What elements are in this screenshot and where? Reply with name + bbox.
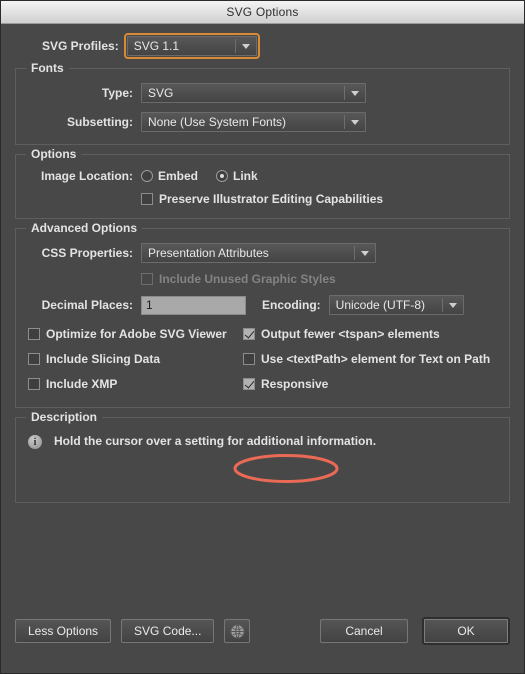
fonts-group-title: Fonts [26,61,69,75]
font-subsetting-label: Subsetting: [67,115,133,129]
checkbox-row: Include Slicing Data Use <textPath> elem… [28,352,497,370]
checkbox-output-fewer-tspan-label: Output fewer <tspan> elements [261,327,440,341]
radio-dot-icon [141,170,153,182]
checkbox-optimize-adobe-svg-viewer[interactable]: Optimize for Adobe SVG Viewer [28,327,227,341]
ok-button-default-ring: OK [422,617,510,645]
checkbox-box-icon [28,378,40,390]
css-properties-value: Presentation Attributes [148,246,269,260]
decimal-encoding-row: Decimal Places: 1 Encoding: Unicode (UTF… [28,295,497,315]
checkbox-use-textpath[interactable]: Use <textPath> element for Text on Path [243,352,490,366]
encoding-value: Unicode (UTF-8) [335,298,426,312]
checkbox-box-icon [28,353,40,365]
chevron-down-icon [241,44,250,49]
font-subsetting-value: None (Use System Fonts) [148,115,287,129]
image-location-label: Image Location: [40,169,133,183]
ok-button-label: OK [457,624,475,638]
encoding-label: Encoding: [262,298,321,312]
options-group-title: Options [26,147,82,161]
decimal-places-label: Decimal Places: [41,298,133,312]
decimal-places-value: 1 [146,298,153,312]
font-subsetting-select[interactable]: None (Use System Fonts) [141,112,366,132]
font-type-row: Type: SVG [28,83,497,103]
svg-code-button-label: SVG Code... [134,624,202,638]
css-properties-row: CSS Properties: Presentation Attributes [28,243,497,263]
css-properties-label: CSS Properties: [41,246,133,260]
checkbox-box-icon [243,378,255,390]
radio-link[interactable]: Link [216,169,258,183]
radio-dot-icon [216,170,229,182]
chevron-down-icon [351,91,359,96]
checkbox-row: Include XMP Responsive [28,377,497,395]
chevron-down-icon [361,251,369,256]
font-subsetting-row: Subsetting: None (Use System Fonts) [28,112,497,132]
select-separator [354,246,355,260]
chevron-down-icon [448,303,457,308]
dialog-title: SVG Options [226,5,299,19]
checkbox-box-icon [141,273,153,285]
checkbox-box-icon [243,328,255,340]
checkbox-include-xmp[interactable]: Include XMP [28,377,117,391]
less-options-button-label: Less Options [28,624,99,638]
dialog-body: SVG Profiles: SVG 1.1 Fonts Type: SVG Su… [1,24,524,673]
preserve-illustrator-row: Preserve Illustrator Editing Capabilitie… [28,192,497,206]
radio-embed-label: Embed [158,169,199,183]
svg-options-dialog: SVG Options SVG Profiles: SVG 1.1 Fonts … [0,0,525,674]
checkbox-include-xmp-label: Include XMP [46,377,118,391]
unused-graphic-styles-row: Include Unused Graphic Styles [28,272,497,286]
checkbox-use-textpath-label: Use <textPath> element for Text on Path [261,352,491,366]
less-options-button[interactable]: Less Options [15,619,112,643]
checkbox-include-unused-graphic-styles-label: Include Unused Graphic Styles [159,272,336,286]
info-icon: i [28,435,42,449]
svg-profiles-label: SVG Profiles: [42,39,119,53]
checkbox-responsive-label: Responsive [261,377,329,391]
checkbox-include-unused-graphic-styles: Include Unused Graphic Styles [141,272,336,286]
radio-link-label: Link [233,169,258,183]
checkbox-output-fewer-tspan[interactable]: Output fewer <tspan> elements [243,327,440,341]
select-separator [344,115,345,129]
description-group: Description i Hold the cursor over a set… [15,410,510,503]
select-separator [441,298,443,312]
checkbox-preserve-illustrator[interactable]: Preserve Illustrator Editing Capabilitie… [141,192,383,206]
dialog-titlebar: SVG Options [1,1,524,24]
checkbox-preserve-illustrator-label: Preserve Illustrator Editing Capabilitie… [159,192,384,206]
checkbox-responsive[interactable]: Responsive [243,377,328,391]
checkbox-box-icon [28,328,40,340]
select-separator [344,86,345,100]
ok-button[interactable]: OK [424,619,508,643]
svg-code-button[interactable]: SVG Code... [121,619,215,643]
checkbox-include-slicing-data[interactable]: Include Slicing Data [28,352,160,366]
chevron-down-icon [351,120,359,125]
checkbox-optimize-adobe-svg-viewer-label: Optimize for Adobe SVG Viewer [46,327,227,341]
encoding-select[interactable]: Unicode (UTF-8) [328,295,464,315]
advanced-options-group: Advanced Options CSS Properties: Present… [15,221,510,408]
cancel-button[interactable]: Cancel [320,619,408,643]
advanced-checkbox-grid: Optimize for Adobe SVG Viewer Output few… [28,327,497,395]
options-group: Options Image Location: Embed Link Prese… [15,147,510,219]
decimal-places-input[interactable]: 1 [141,295,246,315]
font-type-label: Type: [101,86,133,100]
globe-icon [230,623,245,639]
checkbox-box-icon [141,193,153,205]
css-properties-select[interactable]: Presentation Attributes [141,243,376,263]
cancel-button-label: Cancel [345,624,383,638]
description-body: i Hold the cursor over a setting for add… [28,432,497,480]
globe-button[interactable] [224,619,251,643]
description-group-title: Description [26,410,103,424]
svg-profiles-select[interactable]: SVG 1.1 [123,33,260,59]
checkbox-include-slicing-data-label: Include Slicing Data [46,352,161,366]
checkbox-box-icon [243,353,255,365]
radio-embed[interactable]: Embed [141,169,198,183]
select-separator [234,39,236,53]
advanced-options-group-title: Advanced Options [26,221,143,235]
checkbox-row: Optimize for Adobe SVG Viewer Output few… [28,327,497,345]
svg-profiles-row: SVG Profiles: SVG 1.1 [15,24,510,68]
svg-profiles-value: SVG 1.1 [133,39,180,53]
image-location-row: Image Location: Embed Link [28,169,497,183]
dialog-footer: Less Options SVG Code... Cancel OK [15,617,510,645]
font-type-select[interactable]: SVG [141,83,366,103]
font-type-value: SVG [148,86,174,100]
description-text: Hold the cursor over a setting for addit… [54,434,377,448]
fonts-group: Fonts Type: SVG Subsetting: None (Use Sy… [15,61,510,145]
